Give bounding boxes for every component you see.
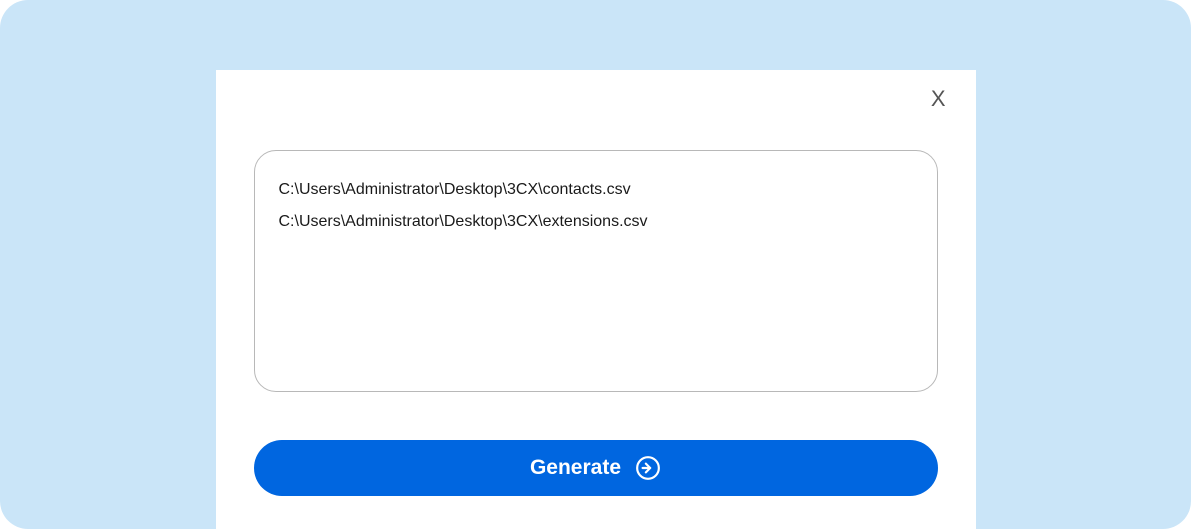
file-path-item: C:\Users\Administrator\Desktop\3CX\conta… xyxy=(279,179,913,201)
generate-button-label: Generate xyxy=(530,456,621,480)
generate-button[interactable]: Generate xyxy=(254,440,938,496)
close-button[interactable]: X xyxy=(931,88,946,110)
file-list-container: C:\Users\Administrator\Desktop\3CX\conta… xyxy=(254,150,938,392)
arrow-right-circle-icon xyxy=(635,455,661,481)
dialog-panel: X C:\Users\Administrator\Desktop\3CX\con… xyxy=(216,70,976,529)
file-path-item: C:\Users\Administrator\Desktop\3CX\exten… xyxy=(279,211,913,233)
page-background: X C:\Users\Administrator\Desktop\3CX\con… xyxy=(0,0,1191,529)
